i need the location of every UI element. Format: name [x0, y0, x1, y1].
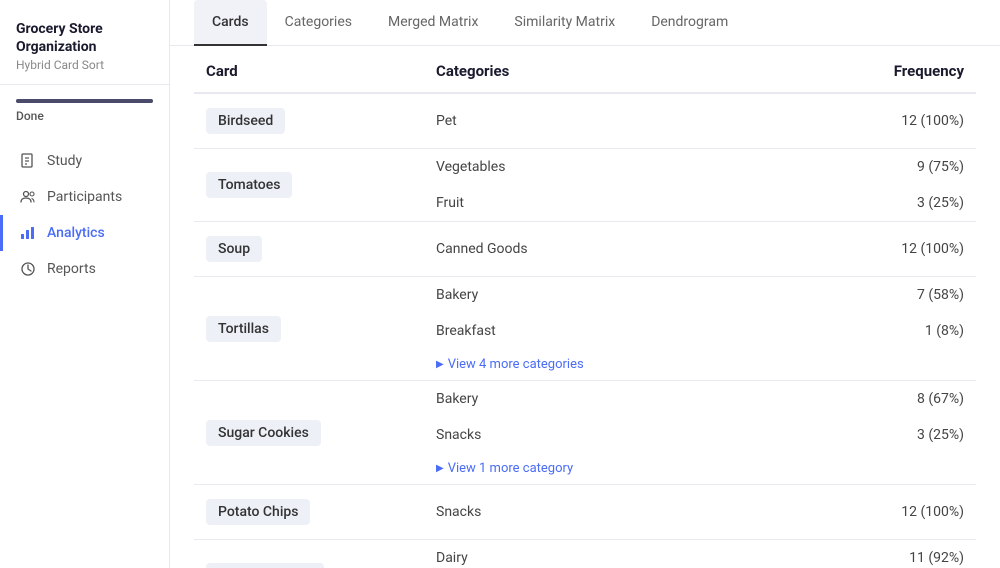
- cards-table: Card Categories Frequency BirdseedPet12 …: [194, 46, 976, 568]
- frequency-cell: 3 (25%): [816, 185, 976, 222]
- category-name-cell: Pet: [424, 93, 816, 149]
- sidebar-item-reports[interactable]: Reports: [0, 251, 169, 287]
- category-name-cell: Vegetables: [424, 149, 816, 186]
- card-label: Sugar Cookies: [206, 420, 321, 446]
- category-name-cell: Bakery: [424, 381, 816, 418]
- category-name-cell: Breakfast: [424, 313, 816, 349]
- file-icon: [19, 152, 37, 170]
- tab-dendrogram[interactable]: Dendrogram: [633, 0, 746, 46]
- users-icon: [19, 188, 37, 206]
- card-cell: Tortillas: [194, 277, 424, 381]
- frequency-cell: 8 (67%): [816, 381, 976, 418]
- view-more-text: View 4 more categories: [448, 357, 584, 372]
- category-name-cell: Fruit: [424, 185, 816, 222]
- tabs-bar: Cards Categories Merged Matrix Similarit…: [170, 0, 1000, 46]
- frequency-cell: 9 (75%): [816, 149, 976, 186]
- tab-similarity-matrix[interactable]: Similarity Matrix: [496, 0, 633, 46]
- table-row: Potato Chips Snacks12 (100%): [194, 485, 976, 540]
- col-header-frequency: Frequency: [816, 46, 976, 93]
- card-cell: Potato Chips: [194, 485, 424, 540]
- done-label: Done: [16, 109, 153, 123]
- project-title: Grocery Store Organization: [16, 20, 153, 56]
- sidebar-item-label-study: Study: [47, 153, 82, 169]
- frequency-cell: 12 (100%): [816, 485, 976, 540]
- sidebar-item-analytics[interactable]: Analytics: [0, 215, 169, 251]
- card-cell: Chocolate Milk: [194, 540, 424, 568]
- card-cell: Tomatoes: [194, 149, 424, 222]
- table-row: Soup Canned Goods12 (100%): [194, 222, 976, 277]
- progress-bar-bg: [16, 99, 153, 103]
- table-row: TortillasBakery7 (58%): [194, 277, 976, 314]
- category-name-cell: Canned Goods: [424, 222, 816, 277]
- table-row: Sugar CookiesBakery8 (67%): [194, 381, 976, 418]
- card-label: Tortillas: [206, 316, 281, 342]
- category-name-cell: Dairy: [424, 540, 816, 568]
- chevron-right-icon: ▶: [436, 359, 444, 370]
- card-label: Soup: [206, 236, 262, 262]
- category-name-cell: Bakery: [424, 277, 816, 314]
- card-label: Potato Chips: [206, 499, 310, 525]
- view-more-cell: ▶ View 4 more categories: [424, 349, 976, 381]
- card-cell: Sugar Cookies: [194, 381, 424, 485]
- table-row: Chocolate Milk Dairy11 (92%): [194, 540, 976, 568]
- col-header-card: Card: [194, 46, 424, 93]
- view-more-text: View 1 more category: [448, 461, 573, 476]
- card-label: Chocolate Milk: [206, 563, 324, 568]
- project-info: Grocery Store Organization Hybrid Card S…: [0, 0, 169, 85]
- category-name-cell: Snacks: [424, 417, 816, 453]
- view-more-link[interactable]: ▶ View 4 more categories: [424, 349, 976, 380]
- card-label: Birdseed: [206, 108, 285, 134]
- table-area: Card Categories Frequency BirdseedPet12 …: [170, 46, 1000, 568]
- category-name-cell: Snacks: [424, 485, 816, 540]
- card-cell: Birdseed: [194, 93, 424, 149]
- main-content: Cards Categories Merged Matrix Similarit…: [170, 0, 1000, 568]
- reports-icon: [19, 260, 37, 278]
- view-more-cell: ▶ View 1 more category: [424, 453, 976, 485]
- frequency-cell: 11 (92%): [816, 540, 976, 568]
- sidebar-item-label-analytics: Analytics: [47, 225, 105, 241]
- sidebar-nav: Study Participants: [0, 133, 169, 568]
- project-subtitle: Hybrid Card Sort: [16, 58, 153, 72]
- chevron-right-icon: ▶: [436, 463, 444, 474]
- card-label: Tomatoes: [206, 172, 292, 198]
- col-header-categories: Categories: [424, 46, 816, 93]
- card-cell: Soup: [194, 222, 424, 277]
- frequency-cell: 1 (8%): [816, 313, 976, 349]
- frequency-cell: 3 (25%): [816, 417, 976, 453]
- table-row: Birdseed Pet12 (100%): [194, 93, 976, 149]
- tab-merged-matrix[interactable]: Merged Matrix: [370, 0, 496, 46]
- frequency-cell: 12 (100%): [816, 93, 976, 149]
- view-more-link[interactable]: ▶ View 1 more category: [424, 453, 976, 484]
- progress-bar-fill: [16, 99, 153, 103]
- frequency-cell: 12 (100%): [816, 222, 976, 277]
- table-row: TomatoesVegetables9 (75%): [194, 149, 976, 186]
- frequency-cell: 7 (58%): [816, 277, 976, 314]
- chart-icon: [19, 224, 37, 242]
- tab-cards[interactable]: Cards: [194, 0, 267, 46]
- sidebar-item-label-reports: Reports: [47, 261, 96, 277]
- progress-area: Done: [0, 85, 169, 133]
- tab-categories[interactable]: Categories: [267, 0, 370, 46]
- sidebar-item-label-participants: Participants: [47, 189, 122, 205]
- sidebar-item-participants[interactable]: Participants: [0, 179, 169, 215]
- sidebar-item-study[interactable]: Study: [0, 143, 169, 179]
- sidebar: Grocery Store Organization Hybrid Card S…: [0, 0, 170, 568]
